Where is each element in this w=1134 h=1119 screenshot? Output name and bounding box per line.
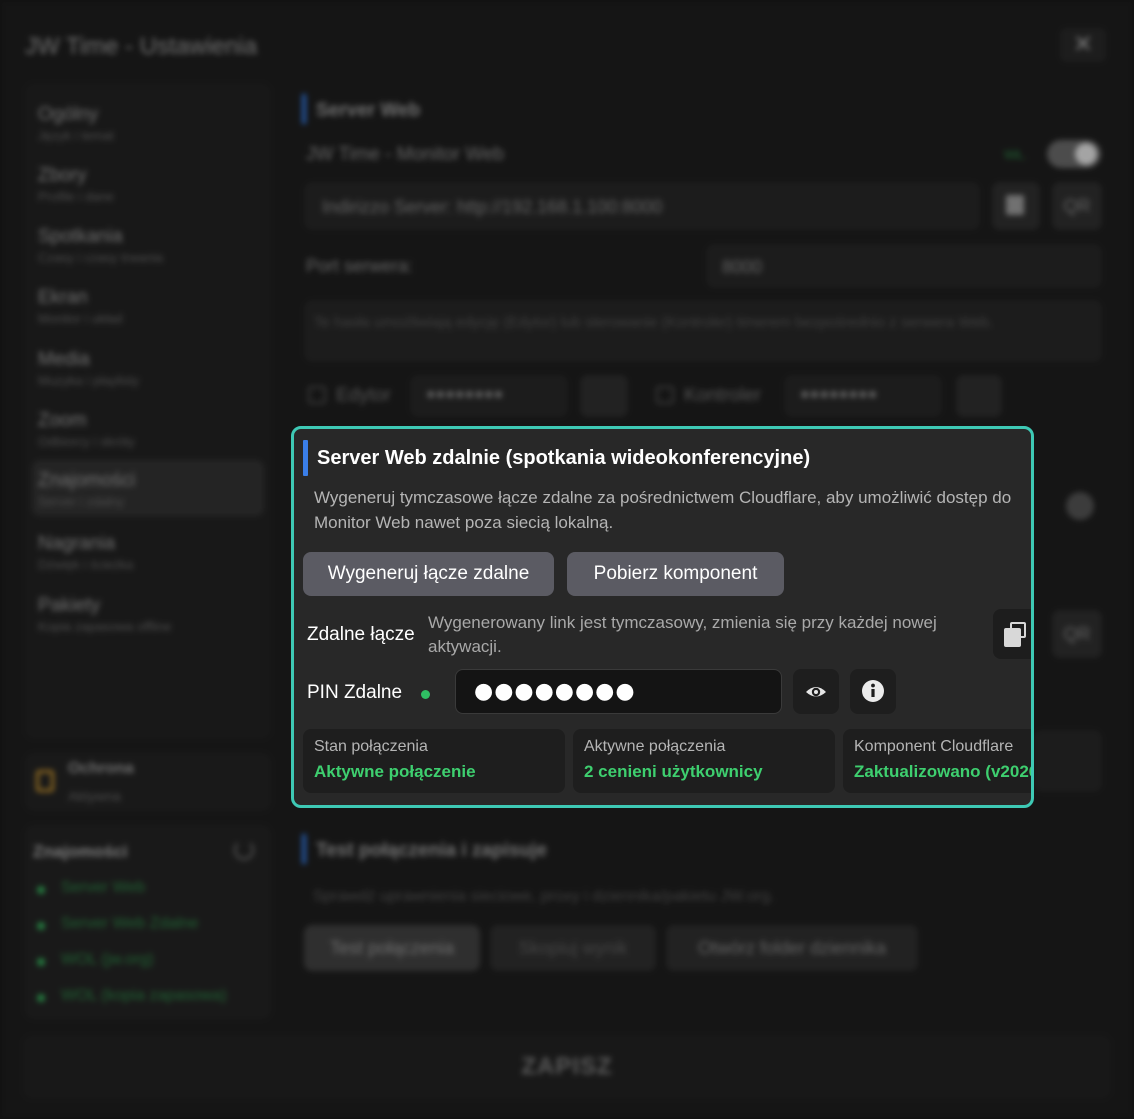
stat-value: 2 cenieni użytkownicy [584,762,763,781]
pin-input[interactable]: ●●●●●●●● [455,669,782,714]
stat-label: Aktywne połączenia [584,738,726,755]
card-accent-bar [303,440,308,476]
pin-info-button[interactable] [850,669,896,714]
remote-web-server-card: Server Web zdalnie (spotkania wideokonfe… [291,426,1034,808]
pin-status-dot-icon [421,690,430,699]
show-pin-button[interactable] [793,669,839,714]
stat-active-connections: Aktywne połączenia 2 cenieni użytkownicy [573,729,835,793]
card-title: Server Web zdalnie (spotkania wideokonfe… [317,447,811,469]
remote-link-label: Zdalne łącze [307,624,415,645]
stat-label: Stan połączenia [314,738,428,755]
generate-remote-link-button[interactable]: Wygeneruj łącze zdalne [303,552,554,596]
download-component-button[interactable]: Pobierz komponent [567,552,784,596]
stat-value: Zaktualizowano (v2026.5) [854,762,1031,781]
copy-remote-link-button[interactable] [993,609,1031,659]
copy-icon [1004,628,1021,647]
stat-connection-state: Stan połączenia Aktywne połączenie [303,729,565,793]
info-icon [862,680,884,702]
stat-label: Komponent Cloudflare [854,738,1014,755]
eye-icon [806,687,826,697]
pin-label: PIN Zdalne [307,682,403,703]
card-description: Wygeneruj tymczasowe łącze zdalne za poś… [314,488,1012,532]
stat-cloudflare-component: Komponent Cloudflare Zaktualizowano (v20… [843,729,1031,793]
stat-value: Aktywne połączenie [314,762,476,781]
remote-link-note: Wygenerowany link jest tymczasowy, zmien… [428,613,937,656]
